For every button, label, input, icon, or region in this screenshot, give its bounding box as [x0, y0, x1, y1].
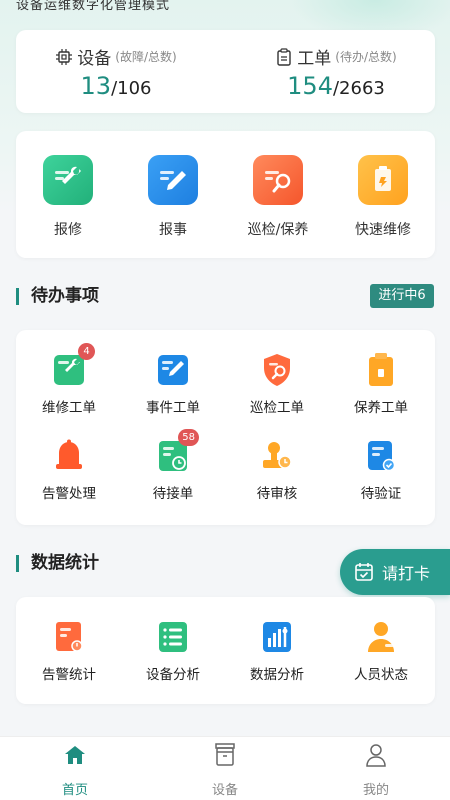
quick-action-repair[interactable]: 报修: [28, 155, 108, 239]
tab-label: 我的: [362, 783, 389, 798]
checkin-button[interactable]: 请打卡: [340, 549, 450, 595]
device-fault-count: 13: [80, 72, 112, 100]
data-stats-card: 告警统计 设备分析 数据分析 人员状态: [16, 597, 435, 704]
workorder-total-count: /2663: [332, 78, 385, 99]
pencil-icon: [157, 352, 189, 388]
todo-item-inspection-order[interactable]: 巡检工单: [232, 352, 322, 416]
workorder-stat-label: 工单: [297, 49, 332, 69]
todo-item-label: 待审核: [256, 486, 298, 502]
todo-item-pending-review[interactable]: 待审核: [232, 438, 322, 502]
clipboard-icon: [277, 47, 291, 66]
quick-actions-card: 报修 报事 巡检/保养 快速维修: [16, 131, 435, 258]
clock-doc-icon: 58: [157, 429, 199, 474]
fast-repair-icon: [358, 155, 408, 205]
chip-icon: [56, 48, 73, 65]
wrench-icon: 4: [53, 343, 95, 388]
tab-label: 设备: [211, 783, 238, 798]
stats-card: 设备 (故障/总数) 13/106 工单 (待办/总数) 154/2663: [16, 30, 435, 113]
todo-item-maintenance-order[interactable]: 保养工单: [336, 352, 426, 416]
user-icon: [321, 743, 431, 767]
stats-section-title: 数据统计: [16, 555, 99, 572]
quick-action-label: 报修: [54, 222, 82, 238]
todo-card: 4 维修工单 事件工单 巡检工单 保养工单 告警处理 58 待接单 待审核 待验…: [16, 330, 435, 525]
home-icon: [20, 743, 130, 767]
todo-item-label: 维修工单: [42, 400, 96, 416]
todo-item-event-order[interactable]: 事件工单: [128, 352, 218, 416]
tab-label: 首页: [61, 783, 88, 798]
todo-item-label: 告警处理: [42, 486, 96, 502]
todo-item-label: 事件工单: [146, 400, 200, 416]
status-badge[interactable]: 进行中6: [370, 284, 434, 308]
inspect-icon: [253, 155, 303, 205]
stat-item-label: 告警统计: [42, 667, 96, 683]
stat-item-staff-status[interactable]: 人员状态: [336, 619, 426, 683]
device-stat-sub: (故障/总数): [115, 50, 177, 64]
bottom-tab-bar: 首页 设备 我的: [0, 736, 450, 800]
todo-item-repair-order[interactable]: 4 维修工单: [24, 343, 114, 416]
device-total-count: /106: [111, 78, 152, 99]
quick-action-inspection[interactable]: 巡检/保养: [238, 155, 318, 239]
stat-item-label: 数据分析: [250, 667, 304, 683]
todo-item-label: 待验证: [360, 486, 402, 502]
todo-item-alarm[interactable]: 告警处理: [24, 438, 114, 502]
todo-item-pending-verify[interactable]: 待验证: [336, 438, 426, 502]
tab-home[interactable]: 首页: [20, 743, 130, 798]
wrench-icon: [43, 155, 93, 205]
quick-action-label: 快速维修: [355, 222, 411, 238]
workorder-stat[interactable]: 工单 (待办/总数) 154/2663: [236, 30, 436, 113]
stat-item-alarm[interactable]: 告警统计: [24, 619, 114, 683]
bar-chart-icon: [261, 619, 293, 655]
workorder-stat-sub: (待办/总数): [335, 50, 397, 64]
todo-badge: 58: [178, 429, 199, 446]
verify-doc-icon: [365, 438, 397, 474]
list-icon: [157, 619, 189, 655]
stat-item-data-analysis[interactable]: 数据分析: [232, 619, 322, 683]
calendar-check-icon: [355, 563, 373, 581]
bell-icon: [53, 438, 85, 474]
quick-action-report[interactable]: 报事: [133, 155, 213, 239]
quick-action-label: 巡检/保养: [247, 222, 309, 238]
stat-item-label: 人员状态: [354, 667, 408, 683]
stat-item-device-analysis[interactable]: 设备分析: [128, 619, 218, 683]
tab-device[interactable]: 设备: [170, 743, 280, 798]
tagline: 设备运维数字化管理模式: [16, 0, 171, 13]
stat-item-label: 设备分析: [146, 667, 200, 683]
tab-mine[interactable]: 我的: [321, 743, 431, 798]
person-icon: [365, 619, 397, 655]
todo-item-label: 保养工单: [354, 400, 408, 416]
checkin-label: 请打卡: [382, 564, 431, 583]
pencil-icon: [148, 155, 198, 205]
workorder-pending-count: 154: [287, 72, 333, 100]
maintenance-icon: [365, 352, 397, 388]
device-stat[interactable]: 设备 (故障/总数) 13/106: [16, 30, 216, 113]
alarm-report-icon: [53, 619, 85, 655]
device-stat-label: 设备: [77, 49, 112, 69]
quick-action-label: 报事: [159, 222, 187, 238]
todo-item-pending-accept[interactable]: 58 待接单: [128, 429, 218, 502]
todo-section-title: 待办事项: [16, 288, 99, 305]
todo-item-label: 巡检工单: [250, 400, 304, 416]
shield-search-icon: [261, 352, 293, 388]
stamp-icon: [261, 438, 293, 474]
todo-item-label: 待接单: [152, 486, 194, 502]
device-icon: [170, 743, 280, 767]
quick-action-fast-repair[interactable]: 快速维修: [343, 155, 423, 239]
todo-badge: 4: [78, 343, 95, 360]
